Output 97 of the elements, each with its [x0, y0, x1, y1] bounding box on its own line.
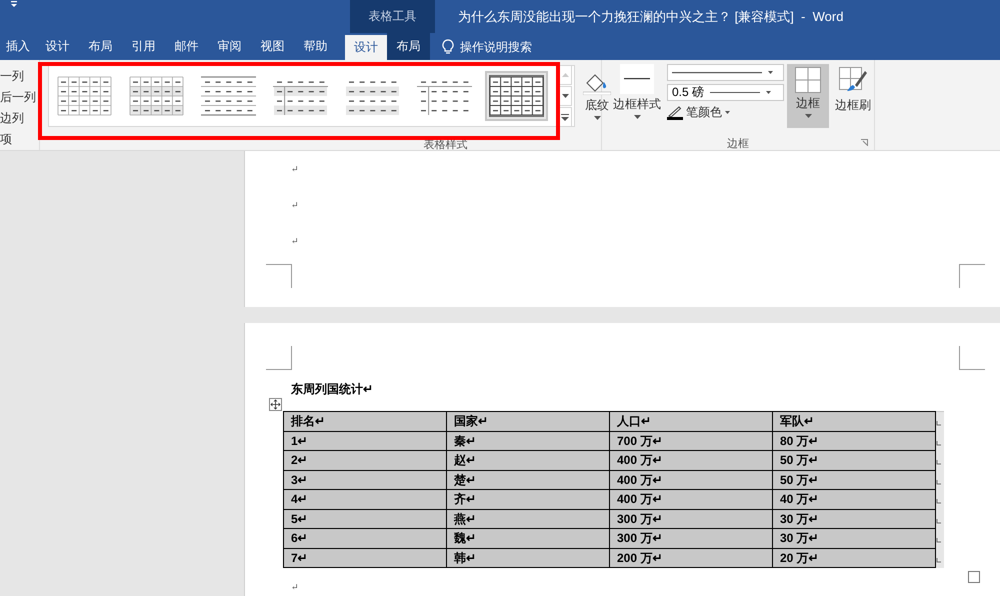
table-cell: 6↵ [284, 528, 446, 548]
table-style-preview-icon [57, 75, 112, 117]
table-cell: 3↵ [284, 470, 446, 490]
table-cell: 50 万↵ [772, 470, 936, 490]
ribbon-tab[interactable]: 设计 [36, 33, 79, 60]
line-weight-dropdown[interactable]: 0.5 磅 [667, 84, 784, 101]
column-header: 军队↵ [772, 412, 936, 431]
table-cell: 齐↵ [446, 490, 610, 509]
table-cell: 魏↵ [446, 528, 610, 548]
crop-mark-icon [959, 346, 985, 370]
line-sample-icon [620, 64, 654, 94]
style-option-label: 边列 [0, 110, 25, 126]
table-cell: 2↵ [284, 450, 446, 470]
table-cell: 80 万↵ [772, 431, 936, 450]
line-sample-icon [710, 92, 760, 94]
end-of-row-mark-icon [936, 537, 942, 543]
line-style-dropdown[interactable] [667, 64, 784, 81]
caret-icon [725, 111, 730, 114]
caret-icon [562, 94, 568, 98]
border-styles-button[interactable]: 边框样式 [610, 64, 664, 136]
table-cell: 20 万↵ [772, 548, 936, 568]
group-label: 边框 [727, 136, 749, 150]
line-sample-icon [672, 72, 762, 74]
table-style-thumbnail[interactable] [485, 71, 548, 121]
table-cell: 7↵ [284, 548, 446, 568]
column-header: 国家↵ [446, 412, 610, 431]
paragraph-mark: ↵ [291, 236, 299, 246]
paragraph-mark: ↵ [291, 164, 299, 174]
caret-icon [768, 71, 773, 74]
table-cell: 楚↵ [446, 470, 610, 490]
column-header: 排名↵ [284, 412, 446, 431]
end-of-row-mark-icon [936, 556, 942, 562]
column-header: 人口↵ [610, 412, 772, 431]
crop-mark-icon [266, 264, 292, 288]
table-cell: 400 万↵ [610, 470, 772, 490]
table-cell: 200 万↵ [610, 548, 772, 568]
table-cell: 4↵ [284, 490, 446, 509]
crop-mark-icon [266, 346, 292, 370]
window-title: 为什么东周没能出现一个力挽狂澜的中兴之主？ [兼容模式] - Word [457, 8, 844, 26]
table-cell: 燕↵ [446, 509, 610, 528]
table-style-preview-icon [129, 75, 184, 117]
style-option-label: 一列 [0, 68, 25, 84]
caret-icon [594, 116, 600, 120]
table-cell: 300 万↵ [610, 528, 772, 548]
paint-bucket-icon [583, 73, 611, 95]
table-cell: 300 万↵ [610, 509, 772, 528]
ribbon-tab[interactable]: 设计 [345, 35, 387, 60]
end-of-row-mark-icon [936, 420, 942, 426]
table-cell: 赵↵ [446, 450, 610, 470]
table-cell: 400 万↵ [610, 490, 772, 509]
more-icon [561, 114, 569, 120]
table-style-preview-icon [489, 75, 544, 117]
dialog-launcher-icon[interactable] [861, 139, 868, 146]
ribbon-tab[interactable]: 审阅 [208, 33, 251, 60]
ribbon-tab[interactable]: 布局 [387, 33, 430, 60]
table-cell: 韩↵ [446, 548, 610, 568]
tell-me-field[interactable]: 操作说明搜索 [460, 40, 570, 54]
ribbon-tab[interactable]: 视图 [251, 33, 294, 60]
end-of-row-mark-icon [936, 498, 942, 504]
borders-grid-icon [795, 67, 821, 93]
ribbon-tab[interactable]: 插入 [0, 33, 36, 60]
ribbon-tab[interactable]: 帮助 [294, 33, 337, 60]
table-cell: 1↵ [284, 431, 446, 450]
style-option-label: 后一列 [0, 89, 37, 105]
paragraph-mark: ↵ [291, 582, 299, 593]
table-cell: 秦↵ [446, 431, 610, 450]
ribbon-tab[interactable]: 邮件 [165, 33, 208, 60]
crop-mark-icon [959, 264, 985, 288]
caret-icon [766, 91, 772, 94]
end-of-row-mark-icon [936, 478, 942, 484]
pen-color-button[interactable]: 笔颜色 [667, 104, 784, 121]
border-painter-button[interactable]: 边框刷 [832, 64, 874, 128]
ribbon-tab[interactable]: 布局 [79, 33, 122, 60]
table-cell: 40 万↵ [772, 490, 936, 509]
table-style-preview-icon [201, 75, 256, 117]
ribbon-tab[interactable]: 引用 [122, 33, 165, 60]
paragraph-mark: ↵ [291, 200, 299, 210]
pen-icon [667, 106, 683, 120]
table-cell: 700 万↵ [610, 431, 772, 450]
end-of-row-mark-icon [936, 518, 942, 524]
table-cell: 400 万↵ [610, 450, 772, 470]
contextual-tab-label: 表格工具 [350, 0, 435, 33]
caret-up-icon [562, 73, 568, 77]
end-of-row-mark-icon [936, 459, 942, 465]
table-cell: 50 万↵ [772, 450, 936, 470]
table-resize-handle-icon[interactable] [968, 571, 980, 583]
caret-icon [804, 114, 812, 118]
table-move-handle-icon[interactable] [269, 398, 282, 411]
style-option-label: 项 [0, 131, 13, 147]
table-cell: 30 万↵ [772, 509, 936, 528]
caret-icon [634, 115, 640, 119]
borders-button[interactable]: 边框 [787, 64, 829, 128]
table-cell: 30 万↵ [772, 528, 936, 548]
end-of-row-mark-icon [936, 440, 942, 446]
table-cell: 5↵ [284, 509, 446, 528]
document-heading: 东周列国统计↵ [291, 382, 373, 396]
lightbulb-icon [442, 38, 454, 54]
